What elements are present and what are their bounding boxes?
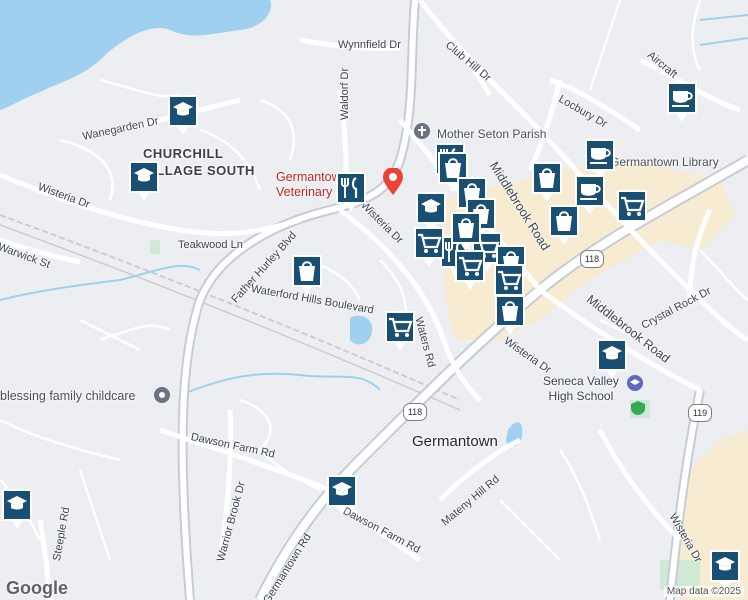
shopping-bag-marker-icon[interactable] [290, 253, 324, 297]
road-label: Waldorf Dr [339, 67, 351, 120]
shopping-bag-marker-icon[interactable] [493, 293, 527, 337]
town-label: Germantown [412, 433, 498, 450]
school-marker-icon[interactable] [127, 159, 161, 203]
road-label: Wynnfield Dr [338, 39, 401, 51]
red-pin-icon[interactable] [382, 168, 404, 196]
shopping-bag-marker-icon[interactable] [547, 203, 581, 247]
route-shield: 118 [580, 250, 604, 268]
lake [0, 0, 272, 110]
grocery-cart-marker-icon[interactable] [453, 248, 487, 292]
cafe-marker-icon[interactable] [665, 80, 699, 124]
pond [350, 315, 373, 345]
restaurant-marker-icon[interactable] [334, 170, 368, 214]
parish-label[interactable]: Mother Seton Parish [437, 128, 546, 140]
library-label[interactable]: Germantown Library [610, 156, 719, 168]
google-logo: Google [6, 578, 68, 598]
route-shield: 118 [403, 403, 427, 421]
route-shield: 119 [688, 404, 712, 422]
school-marker-icon[interactable] [166, 93, 200, 137]
map-base [0, 0, 748, 600]
map-credit[interactable]: Map data ©2025 [663, 586, 744, 597]
map-canvas[interactable]: Wynnfield Dr Club Hill Dr Wanegarden Dr … [0, 0, 748, 600]
vet-label[interactable]: Germantown Veterinary [276, 170, 338, 200]
school-marker-icon[interactable] [595, 337, 629, 381]
childcare-label[interactable]: blessing family childcare [0, 390, 135, 403]
road-label: Teakwood Ln [178, 239, 243, 251]
shopping-bag-marker-icon[interactable] [530, 160, 564, 204]
shield-crest-icon [631, 401, 645, 415]
grocery-cart-marker-icon[interactable] [383, 309, 417, 353]
place-dot-icon[interactable] [153, 386, 171, 404]
grocery-cart-marker-icon[interactable] [412, 225, 446, 269]
school-marker-icon[interactable] [0, 487, 34, 531]
grocery-cart-marker-icon[interactable] [615, 188, 649, 232]
church-icon[interactable] [413, 122, 431, 140]
school-marker-icon[interactable] [325, 473, 359, 517]
park [150, 240, 160, 254]
